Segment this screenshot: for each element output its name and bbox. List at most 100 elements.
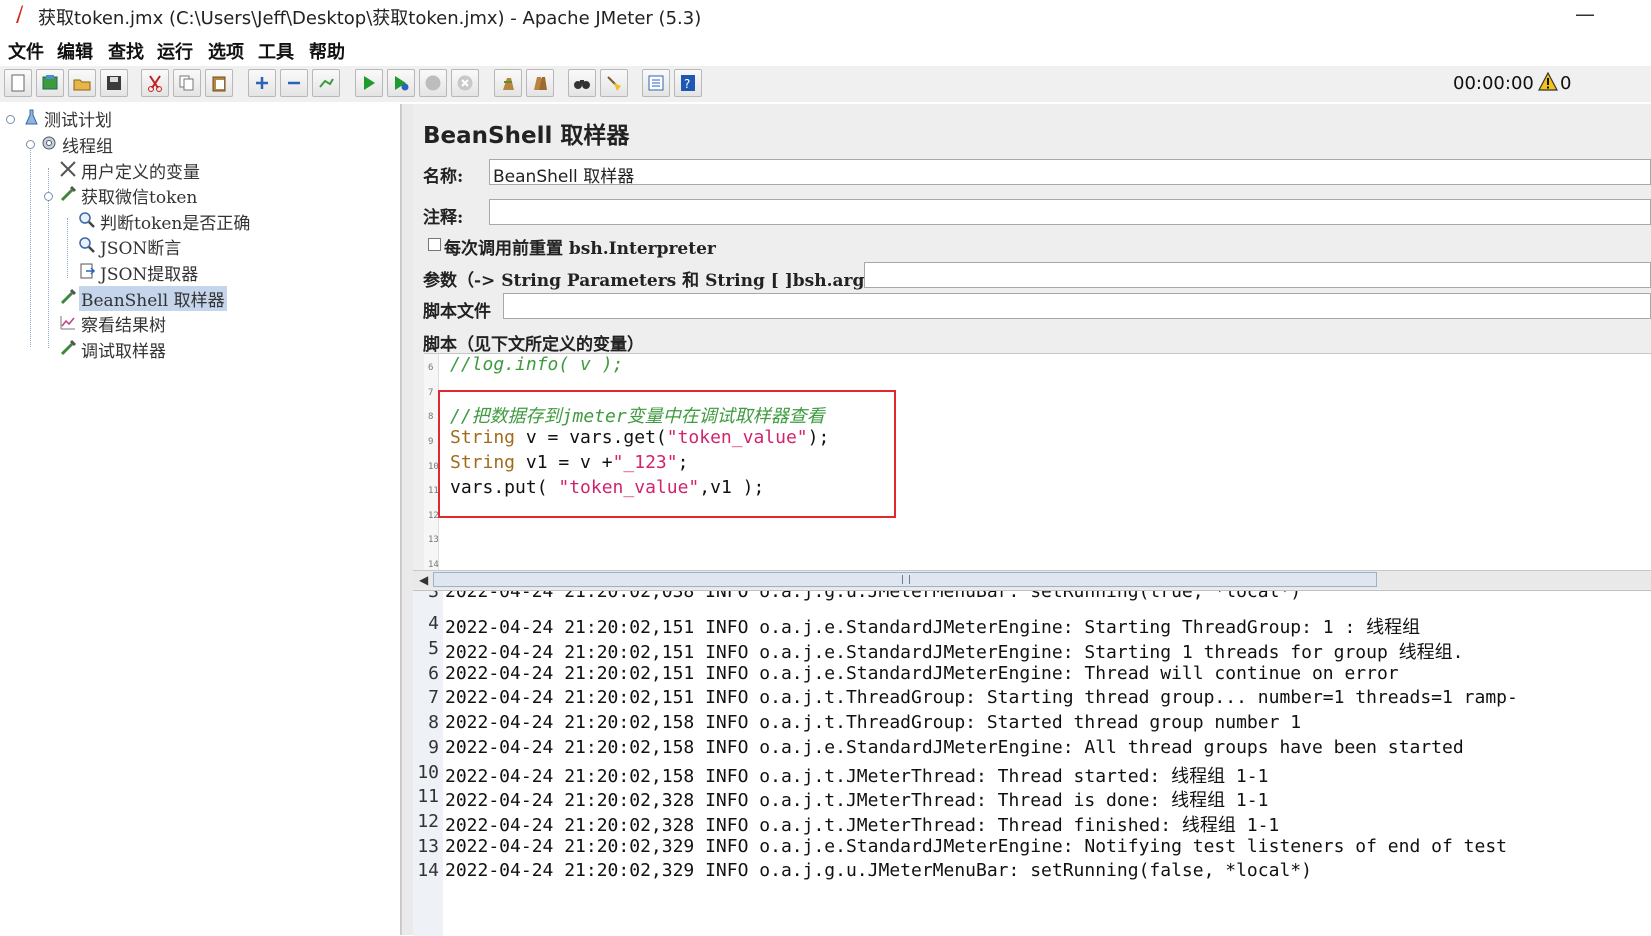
title-bar: 获取token.jmx (C:\Users\Jeff\Desktop\获取tok…: [0, 0, 1651, 30]
gear-icon: [42, 136, 56, 150]
svg-text:?: ?: [684, 77, 690, 91]
copy-button[interactable]: [173, 69, 201, 97]
shutdown-icon: [457, 75, 473, 91]
extractor-icon: [80, 263, 96, 279]
parameters-field[interactable]: [864, 262, 1651, 288]
pipette-icon: [60, 185, 77, 202]
script-label: 脚本（见下文所定义的变量）: [423, 335, 644, 355]
log-line: 10 2022-04-24 21:20:02,158 INFO o.a.j.t.J…: [417, 762, 1269, 787]
toolbar: ?: [0, 66, 1651, 102]
comment-label: 注释:: [423, 208, 464, 228]
minimize-button[interactable]: —: [1575, 2, 1595, 26]
warning-count: 0: [1560, 73, 1572, 94]
menu-file[interactable]: 文件: [8, 38, 44, 64]
start-icon: [364, 76, 375, 90]
test-plan-icon: [25, 109, 38, 125]
collapse-button[interactable]: [280, 69, 308, 97]
expand-icon: [256, 77, 268, 89]
log-line: 14 2022-04-24 21:20:02,329 INFO o.a.j.g.u…: [417, 860, 1312, 881]
menu-help[interactable]: 帮助: [309, 38, 345, 64]
menu-bar: 文件 编辑 查找 运行 选项 工具 帮助: [0, 34, 1651, 64]
log-line: 8 2022-04-24 21:20:02,158 INFO o.a.j.t.Th…: [428, 712, 1302, 733]
templates-button[interactable]: [36, 69, 64, 97]
elapsed-timer: 00:00:00: [1453, 73, 1534, 94]
menu-run[interactable]: 运行: [157, 38, 193, 64]
log-viewer[interactable]: 3 2022-04-24 21:20:02,038 INFO o.a.j.g.u.…: [413, 590, 1651, 936]
reset-interpreter-checkbox[interactable]: [428, 238, 441, 251]
script-file-field[interactable]: [503, 293, 1651, 319]
stop-icon: [425, 75, 441, 91]
shutdown-button[interactable]: [451, 69, 479, 97]
toggle-button[interactable]: [312, 69, 340, 97]
start-no-pause-button[interactable]: [387, 69, 415, 97]
tree-toggle[interactable]: [26, 140, 35, 149]
clear-button[interactable]: [494, 69, 522, 97]
new-button[interactable]: [4, 69, 32, 97]
script-file-label: 脚本文件: [423, 302, 491, 322]
highlight-box: [438, 390, 896, 518]
cut-icon: [148, 75, 162, 92]
log-line: 6 2022-04-24 21:20:02,151 INFO o.a.j.e.St…: [428, 663, 1399, 684]
expand-button[interactable]: [248, 69, 276, 97]
reset-interpreter-label: 每次调用前重置 bsh.Interpreter: [444, 239, 716, 259]
binoculars-icon: [574, 80, 590, 89]
panel-title: BeanShell 取样器: [423, 123, 630, 149]
save-button[interactable]: [100, 69, 128, 97]
function-helper-button[interactable]: [642, 69, 670, 97]
templates-icon: [42, 75, 58, 90]
menu-options[interactable]: 选项: [208, 38, 244, 64]
test-plan-tree: 测试计划 线程组 用户定义的变量 获取微信token 判断token是否正确 J…: [0, 104, 401, 935]
paste-icon: [212, 76, 226, 92]
stop-button[interactable]: [419, 69, 447, 97]
cut-button[interactable]: [141, 69, 169, 97]
paste-button[interactable]: [205, 69, 233, 97]
clear-all-icon: [534, 77, 547, 90]
clear-icon: [503, 78, 514, 90]
collapse-icon: [288, 81, 300, 85]
chart-icon: [60, 316, 75, 330]
start-button[interactable]: [355, 69, 383, 97]
name-field[interactable]: BeanShell 取样器: [489, 159, 1651, 185]
pipette-icon: [60, 288, 77, 305]
log-line: 7 2022-04-24 21:20:02,151 INFO o.a.j.t.Th…: [428, 687, 1518, 708]
search-button[interactable]: [568, 69, 596, 97]
open-icon: [73, 79, 91, 91]
start-no-pause-icon: [395, 76, 409, 91]
log-line: 5 2022-04-24 21:20:02,151 INFO o.a.j.e.St…: [428, 638, 1464, 663]
help-icon: ?: [681, 75, 695, 91]
editor-horizontal-scrollbar[interactable]: ◀: [413, 570, 1651, 589]
magnifier-icon: [79, 237, 95, 253]
menu-edit[interactable]: 编辑: [57, 38, 93, 64]
tree-toggle[interactable]: [44, 192, 53, 201]
save-icon: [107, 76, 121, 90]
scroll-left-icon[interactable]: ◀: [419, 573, 428, 587]
variables-icon: [60, 161, 76, 177]
open-button[interactable]: [68, 69, 96, 97]
parameters-label: 参数（-> String Parameters 和 String [ ]bsh.…: [423, 271, 891, 291]
menu-search[interactable]: 查找: [108, 38, 144, 64]
name-label: 名称:: [423, 167, 464, 187]
log-line: 11 2022-04-24 21:20:02,328 INFO o.a.j.t.J…: [417, 786, 1269, 811]
pipette-icon: [60, 339, 77, 356]
log-line: 3 2022-04-24 21:20:02,038 INFO o.a.j.g.u.…: [428, 590, 1302, 602]
help-button[interactable]: ?: [674, 69, 702, 97]
new-icon: [11, 74, 25, 92]
log-line: 9 2022-04-24 21:20:02,158 INFO o.a.j.e.St…: [428, 737, 1464, 758]
tree-toggle[interactable]: [6, 115, 15, 124]
comment-field[interactable]: [489, 199, 1651, 225]
clear-all-button[interactable]: [526, 69, 554, 97]
window-title: 获取token.jmx (C:\Users\Jeff\Desktop\获取tok…: [38, 8, 702, 29]
broom-icon: [607, 76, 621, 91]
copy-icon: [179, 75, 194, 91]
line-number-gutter: 6 7 8 9 10 11 12 13 14: [424, 354, 439, 571]
code-line-6: //log.info( v );: [450, 354, 624, 375]
log-line: 4 2022-04-24 21:20:02,151 INFO o.a.j.e.St…: [428, 613, 1421, 638]
toggle-icon: [319, 78, 334, 88]
log-line: 12 2022-04-24 21:20:02,328 INFO o.a.j.t.J…: [417, 811, 1280, 836]
warning-icon[interactable]: [1538, 72, 1558, 92]
list-icon: [648, 75, 664, 91]
script-editor[interactable]: 6 7 8 9 10 11 12 13 14 //log.info( v ); …: [424, 353, 1651, 571]
reset-search-button[interactable]: [600, 69, 628, 97]
scrollbar-thumb[interactable]: [433, 572, 1377, 587]
menu-tools[interactable]: 工具: [258, 38, 294, 64]
